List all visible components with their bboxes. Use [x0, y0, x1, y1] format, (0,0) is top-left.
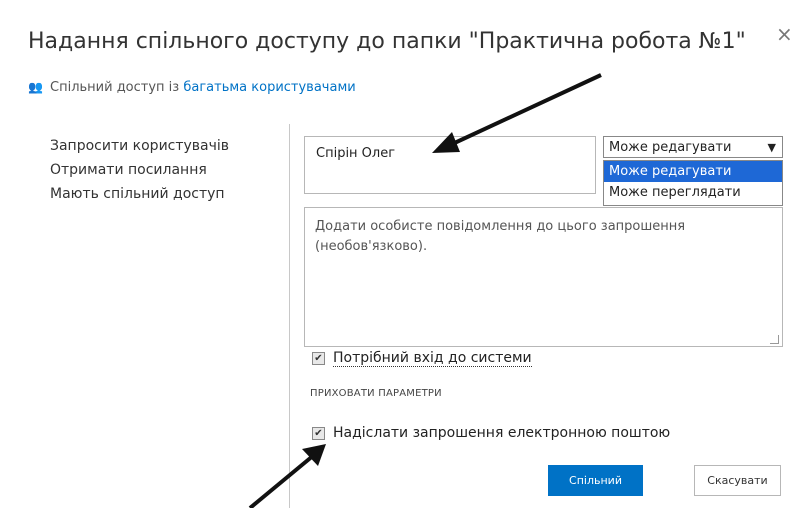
arrow-to-email-checkbox	[248, 444, 326, 508]
annotation-arrows	[248, 73, 602, 508]
arrow-to-recipient	[432, 73, 602, 153]
